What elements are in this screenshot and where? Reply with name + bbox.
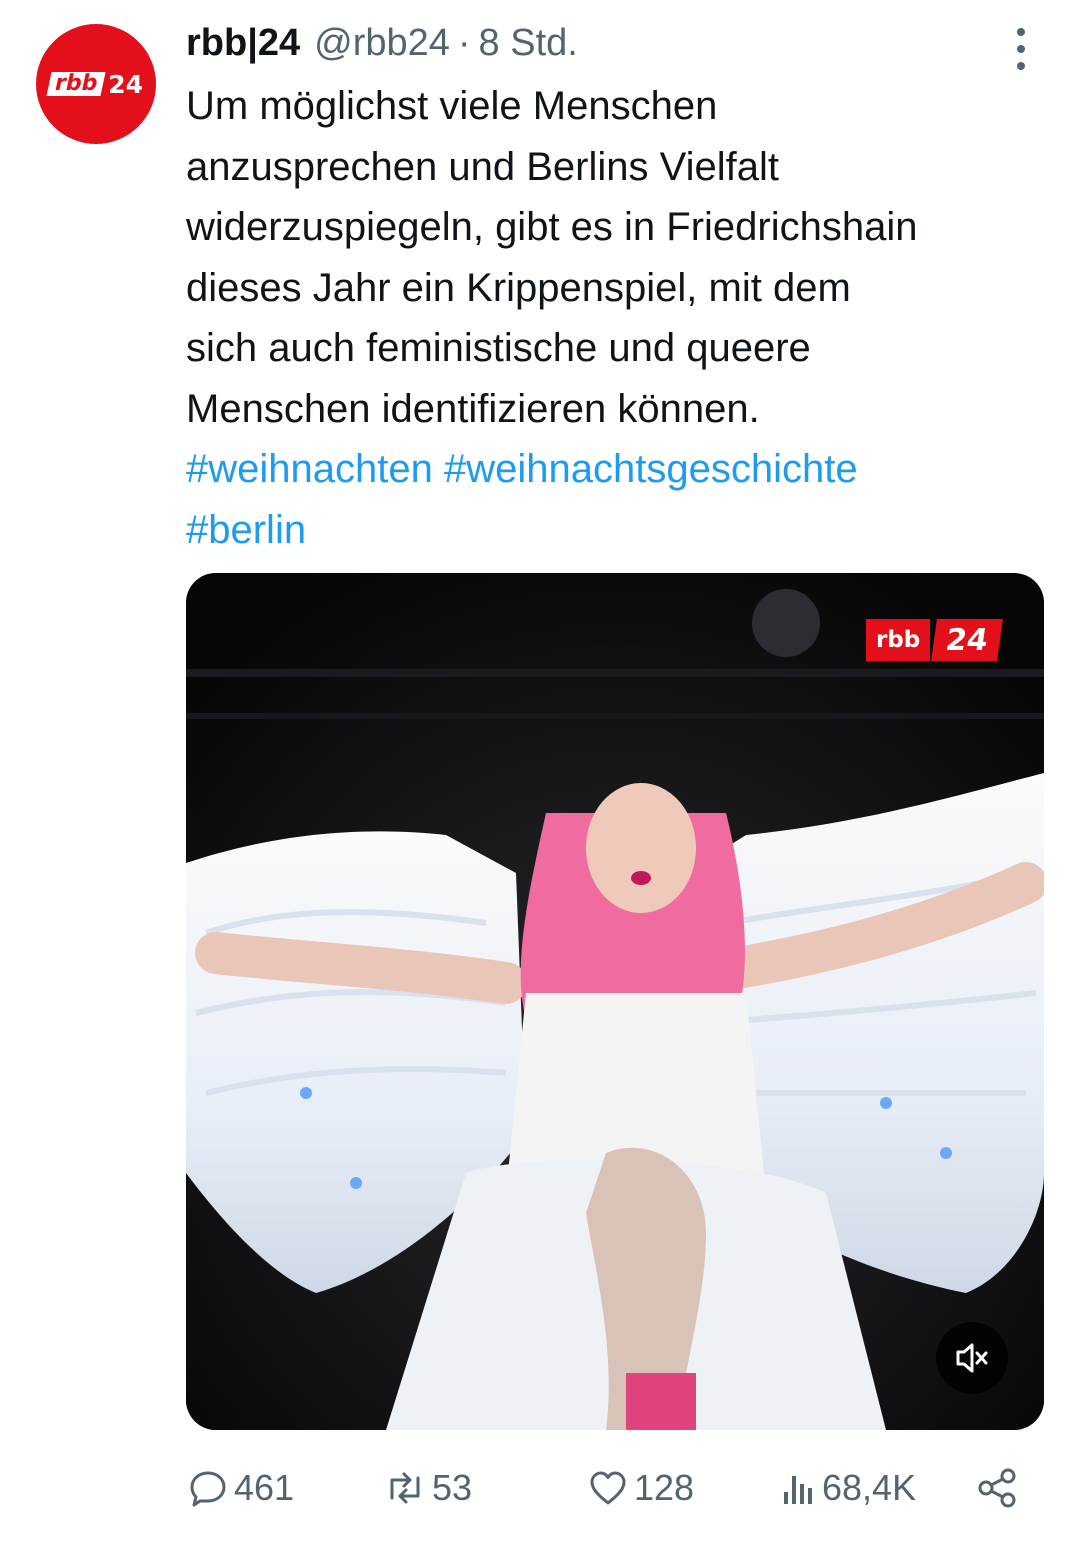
tweet-text-line: dieses Jahr ein Krippenspiel, mit dem bbox=[186, 265, 851, 310]
hashtag-weihnachten[interactable]: #weihnachten bbox=[186, 447, 433, 491]
rbb24-watermark: rbb 24 bbox=[865, 619, 1003, 661]
tweet-text-line: sich auch feministische und queere bbox=[186, 326, 811, 370]
repost-icon bbox=[390, 1472, 420, 1504]
analytics-icon bbox=[784, 1476, 812, 1504]
reply-button[interactable]: 461 bbox=[188, 1460, 294, 1516]
watermark-text-left: rbb bbox=[865, 619, 931, 661]
tweet-text-line: Um möglichst viele Menschen bbox=[186, 84, 718, 128]
like-button[interactable]: 128 bbox=[588, 1460, 694, 1516]
video-player[interactable]: rbb 24 bbox=[186, 573, 1044, 1430]
avatar[interactable]: rbb 24 bbox=[36, 24, 156, 144]
separator-dot: · bbox=[457, 22, 471, 64]
view-count: 68,4K bbox=[822, 1467, 917, 1508]
more-options-icon[interactable] bbox=[1008, 28, 1034, 70]
speaker-muted-icon bbox=[956, 1343, 988, 1373]
heart-icon bbox=[590, 1471, 626, 1505]
hashtag-line: #berlin bbox=[186, 500, 1046, 561]
watermark-text-right: 24 bbox=[931, 619, 1003, 661]
share-icon bbox=[978, 1468, 1016, 1508]
account-name[interactable]: rbb|24 bbox=[186, 22, 300, 65]
video-frame bbox=[186, 573, 1044, 1430]
rbb24-logo: rbb 24 bbox=[46, 69, 144, 99]
tweet-text: Um möglichst viele Menschen anzusprechen… bbox=[186, 76, 1046, 560]
reply-count: 461 bbox=[234, 1467, 295, 1508]
hashtag-weihnachtsgeschichte[interactable]: #weihnachtsgeschichte bbox=[444, 447, 858, 491]
tweet-text-line: anzusprechen und Berlins Vielfalt bbox=[186, 144, 779, 189]
unmute-button[interactable] bbox=[936, 1322, 1008, 1394]
reply-icon bbox=[190, 1471, 226, 1507]
logo-text-left: rbb bbox=[46, 71, 106, 96]
account-handle[interactable]: @rbb24 bbox=[314, 22, 450, 65]
logo-text-right: 24 bbox=[108, 69, 144, 99]
repost-button[interactable]: 53 bbox=[384, 1460, 472, 1516]
action-bar: 461 53 128 68,4K bbox=[186, 1460, 1046, 1516]
views-button[interactable]: 68,4K bbox=[780, 1460, 916, 1516]
like-count: 128 bbox=[634, 1467, 695, 1508]
tweet-text-line: Menschen identifizieren können. bbox=[186, 386, 760, 431]
hashtag-line: #weihnachten #weihnachtsgeschichte bbox=[186, 439, 1046, 500]
share-button[interactable] bbox=[976, 1460, 1020, 1516]
tweet-header: rbb|24 @rbb24 · 8 Std. bbox=[186, 22, 578, 70]
repost-count: 53 bbox=[432, 1467, 473, 1508]
tweet-text-line: widerzuspiegeln, gibt es in Friedrichsha… bbox=[186, 205, 918, 249]
tweet-time[interactable]: 8 Std. bbox=[479, 22, 578, 65]
hashtag-berlin[interactable]: #berlin bbox=[186, 508, 306, 552]
